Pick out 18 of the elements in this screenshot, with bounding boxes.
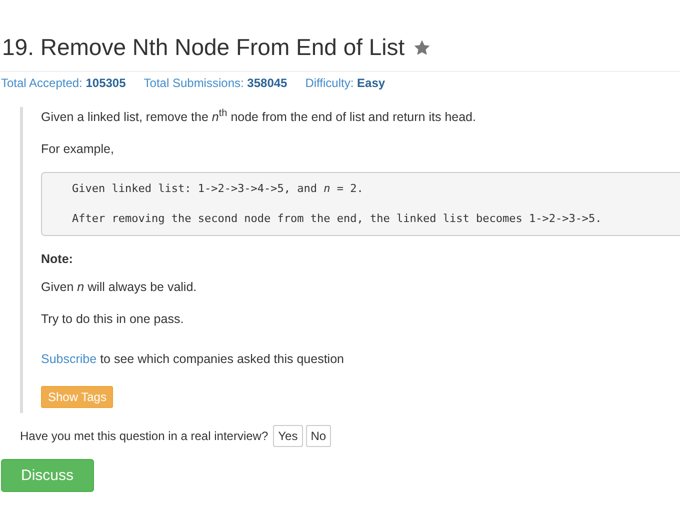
interview-question: Have you met this question in a real interview? [20,429,268,443]
note-heading: Note: [41,251,74,268]
subscribe-text: to see which companies asked this question [100,352,344,366]
subscribe-link[interactable]: Subscribe [41,352,97,366]
note-text: Given n will always be valid. [41,279,198,296]
example-intro: For example, [41,141,115,158]
code-block: Given linked list: 1->2->3->4->5, and n = 2. After removing the second node from the end, the linked list becomes 1->2->3->5. [41,172,680,236]
problem-description: Given a linked list, remove the n$^{th}$ node from the end of list and return its head. [41,108,477,126]
note-text: Try to do this in one pass. [41,311,185,328]
stat-text: Total Accepted: 105305 [1,76,126,90]
problem-title: 19. Remove Nth Node From End of List [2,34,405,61]
discuss-button[interactable]: Discuss [1,459,94,492]
show-tags-button[interactable]: Show Tags [41,386,114,408]
stat-text: Difficulty: Easy [305,76,386,90]
answer-button[interactable]: No [306,425,332,447]
answer-button[interactable]: Yes [273,425,303,447]
stat-text: Total Submissions: 358045 [144,76,288,90]
star-icon[interactable] [412,38,431,56]
